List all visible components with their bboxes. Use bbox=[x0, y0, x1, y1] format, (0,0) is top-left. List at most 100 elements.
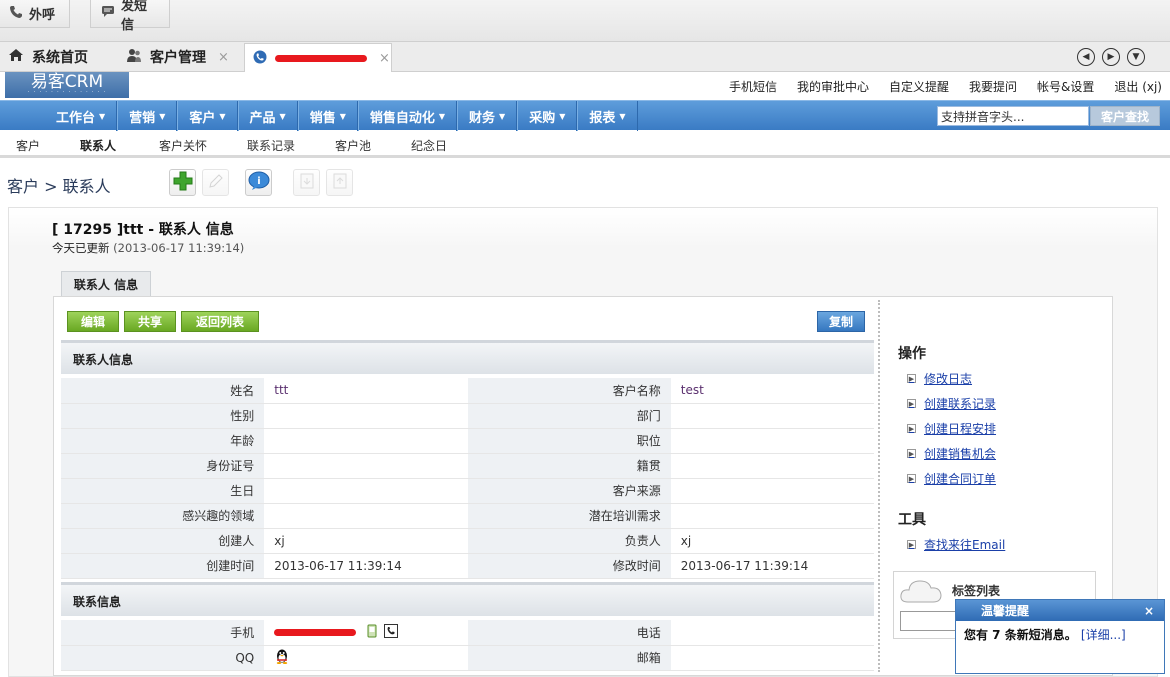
edit-button[interactable]: 编辑 bbox=[67, 311, 119, 332]
subnav-anniversary[interactable]: 纪念日 bbox=[411, 137, 447, 154]
nav-reports[interactable]: 报表 ▼ bbox=[577, 101, 638, 131]
tab-contact-record[interactable]: × bbox=[244, 43, 392, 73]
copy-button[interactable]: 复制 bbox=[817, 311, 865, 332]
link-sms[interactable]: 手机短信 bbox=[729, 78, 777, 95]
nav-customer[interactable]: 客户 ▼ bbox=[177, 101, 238, 131]
close-icon[interactable]: × bbox=[379, 51, 390, 66]
field-label: 客户名称 bbox=[467, 378, 671, 404]
field-value: xj bbox=[670, 528, 874, 554]
caret-down-icon: ▼ bbox=[339, 111, 346, 121]
phone-call-icon bbox=[253, 50, 267, 68]
subnav-customer-care[interactable]: 客户关怀 bbox=[159, 137, 207, 154]
tab-home[interactable]: 系统首页 bbox=[8, 42, 88, 72]
field-value[interactable]: test bbox=[670, 378, 874, 404]
back-to-list-button[interactable]: 返回列表 bbox=[181, 311, 259, 332]
nav-sales-automation[interactable]: 销售自动化 ▼ bbox=[357, 101, 458, 131]
import-button[interactable] bbox=[293, 169, 320, 196]
link-create-opportunity[interactable]: ▶ 创建销售机会 bbox=[907, 445, 996, 462]
field-value: 2013-06-17 11:39:14 bbox=[264, 553, 468, 579]
field-label: 姓名 bbox=[61, 378, 265, 404]
nav-label: 客户 bbox=[189, 110, 216, 126]
close-icon[interactable]: × bbox=[218, 50, 229, 65]
caret-down-icon: ▼ bbox=[99, 111, 106, 121]
link-create-order[interactable]: ▶ 创建合同订单 bbox=[907, 470, 996, 487]
logo-text: 易客CRM bbox=[30, 72, 104, 92]
qq-penguin-icon[interactable] bbox=[274, 649, 290, 667]
top-links: 手机短信 我的审批中心 自定义提醒 我要提问 帐号&设置 退出 (xj) bbox=[729, 78, 1162, 95]
link-create-schedule[interactable]: ▶ 创建日程安排 bbox=[907, 420, 996, 437]
tab-home-label: 系统首页 bbox=[32, 50, 88, 66]
caret-down-icon: ▼ bbox=[559, 111, 566, 121]
caret-down-icon: ▼ bbox=[438, 111, 446, 121]
sms-send-icon[interactable] bbox=[366, 624, 382, 641]
share-button[interactable]: 共享 bbox=[124, 311, 176, 332]
link-create-contact-record[interactable]: ▶ 创建联系记录 bbox=[907, 395, 996, 412]
caret-down-icon: ▼ bbox=[279, 111, 286, 121]
add-button[interactable] bbox=[169, 169, 196, 196]
tab-scroll-left-icon[interactable]: ◀ bbox=[1077, 48, 1095, 66]
field-value-mobile bbox=[264, 620, 468, 646]
nav-finance[interactable]: 财务 ▼ bbox=[457, 101, 518, 131]
pencil-icon bbox=[208, 173, 224, 192]
subnav-contact-records[interactable]: 联系记录 bbox=[247, 137, 295, 154]
tab-scroll-right-icon[interactable]: ▶ bbox=[1102, 48, 1120, 66]
link-label: 查找来往Email bbox=[924, 538, 1006, 552]
link-find-email[interactable]: ▶ 查找来往Email bbox=[907, 536, 1005, 553]
updated-time: (2013-06-17 11:39:14) bbox=[113, 241, 245, 255]
nav-purchase[interactable]: 采购 ▼ bbox=[517, 101, 578, 131]
tab-contact-info[interactable]: 联系人 信息 bbox=[61, 271, 151, 296]
nav-product[interactable]: 产品 ▼ bbox=[237, 101, 298, 131]
customer-search-input[interactable] bbox=[937, 106, 1089, 126]
sms-button[interactable]: 发短信 bbox=[90, 0, 170, 33]
field-value bbox=[264, 503, 468, 529]
tab-close-all-icon[interactable] bbox=[1152, 48, 1170, 66]
nav-sales[interactable]: 销售 ▼ bbox=[297, 101, 358, 131]
document-out-icon bbox=[333, 173, 347, 192]
link-label: 创建销售机会 bbox=[924, 447, 997, 461]
call-button[interactable]: 外呼 bbox=[0, 0, 70, 28]
nav-workbench[interactable]: 工作台 ▼ bbox=[45, 101, 118, 131]
subnav-customer-pool[interactable]: 客户池 bbox=[335, 137, 371, 154]
link-logout[interactable]: 退出 (xj) bbox=[1114, 78, 1162, 95]
field-label: 电话 bbox=[467, 620, 671, 646]
contact-info-table: 姓名 ttt 客户名称 test 性别 部门 年龄 职位 身份证号 籍贯 生日 客户来源 感兴趣的领域潜… bbox=[61, 378, 874, 579]
tag-input[interactable] bbox=[900, 611, 960, 631]
message-icon bbox=[101, 5, 115, 22]
tab-list-dropdown-icon[interactable]: ▼ bbox=[1127, 48, 1145, 66]
link-approval-center[interactable]: 我的审批中心 bbox=[797, 78, 869, 95]
tag-list-label: 标签列表 bbox=[952, 584, 1001, 598]
reminder-popup: 温馨提醒 × 您有 7 条新短消息。 [详细...] bbox=[955, 599, 1165, 674]
field-value: ttt bbox=[264, 378, 468, 404]
export-button[interactable] bbox=[326, 169, 353, 196]
popup-detail-link[interactable]: [详细...] bbox=[1081, 628, 1126, 642]
phone-dial-icon[interactable] bbox=[383, 623, 398, 641]
logo[interactable]: 易客CRM · · · · · · · · · · · · · · bbox=[5, 72, 129, 98]
field-value bbox=[670, 453, 874, 479]
table-row: QQ 邮箱 bbox=[61, 645, 874, 671]
edit-icon-button[interactable] bbox=[202, 169, 229, 196]
close-icon[interactable]: × bbox=[1144, 604, 1154, 618]
message-button[interactable]: i bbox=[245, 169, 272, 196]
field-label: 年龄 bbox=[61, 428, 265, 454]
nav-label: 产品 bbox=[249, 110, 276, 126]
customer-search-button[interactable]: 客户查找 bbox=[1090, 106, 1160, 126]
subnav-customer[interactable]: 客户 bbox=[16, 137, 40, 154]
nav-marketing[interactable]: 营销 ▼ bbox=[117, 101, 178, 131]
bullet-icon: ▶ bbox=[907, 474, 916, 483]
tab-navigation: ◀ ▶ ▼ bbox=[1077, 48, 1170, 66]
table-row: 年龄 职位 bbox=[61, 428, 874, 454]
plus-icon bbox=[173, 171, 193, 194]
field-label: 创建时间 bbox=[61, 553, 265, 579]
call-label: 外呼 bbox=[29, 8, 56, 23]
subnav-contacts[interactable]: 联系人 bbox=[80, 137, 116, 154]
link-ask-question[interactable]: 我要提问 bbox=[969, 78, 1017, 95]
field-value bbox=[264, 428, 468, 454]
home-icon bbox=[8, 48, 24, 66]
link-change-log[interactable]: ▶ 修改日志 bbox=[907, 370, 972, 387]
record-title: [ 17295 ]ttt - 联系人 信息 bbox=[52, 222, 234, 238]
link-account-settings[interactable]: 帐号&设置 bbox=[1037, 78, 1094, 95]
caret-down-icon: ▼ bbox=[619, 111, 626, 121]
tab-customer-management[interactable]: 客户管理 × bbox=[126, 42, 229, 72]
link-custom-reminder[interactable]: 自定义提醒 bbox=[889, 78, 949, 95]
nav-label: 销售 bbox=[309, 110, 336, 126]
